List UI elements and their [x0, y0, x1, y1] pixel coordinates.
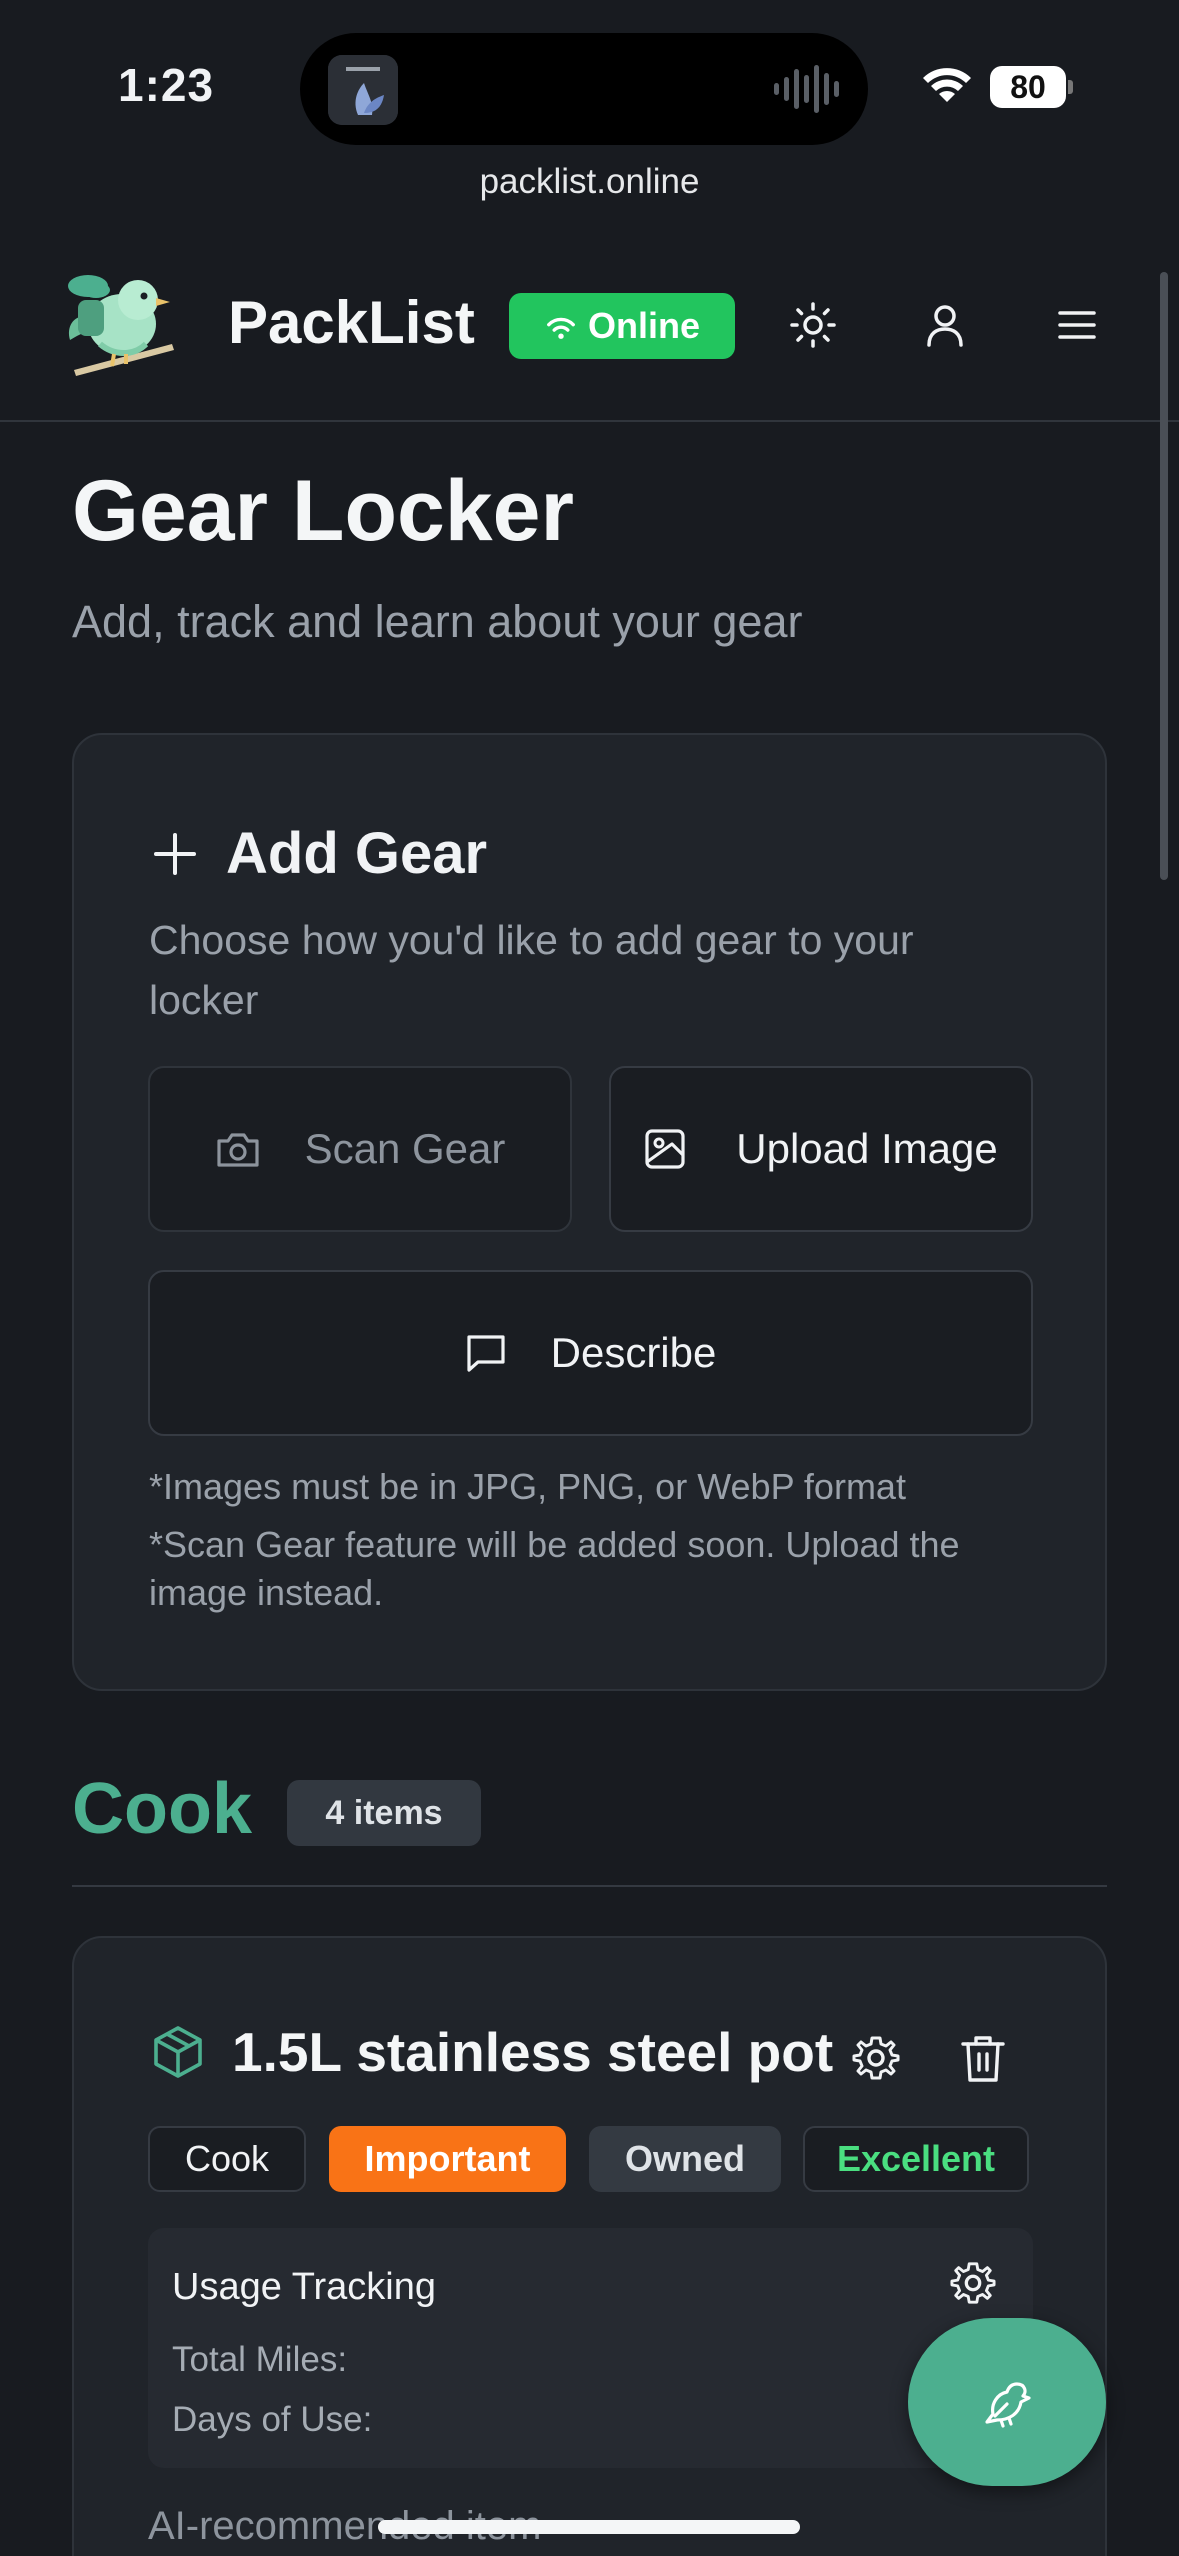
dynamic-island	[300, 33, 868, 145]
online-status-badge: Online	[509, 293, 735, 359]
page-title: Gear Locker	[72, 463, 574, 559]
tag-ownership: Owned	[589, 2126, 781, 2192]
online-status-label: Online	[587, 305, 700, 346]
chat-icon	[467, 1335, 505, 1372]
brand-name[interactable]: PackList	[228, 288, 475, 357]
tag-priority: Important	[329, 2126, 566, 2192]
total-miles-label: Total Miles:	[172, 2340, 348, 2379]
scan-note: *Scan Gear feature will be added soon. U…	[149, 1524, 960, 1613]
add-gear-heading: Add Gear	[152, 820, 487, 887]
menu-icon[interactable]	[1052, 300, 1102, 350]
days-of-use-label: Days of Use:	[172, 2400, 373, 2439]
gear-icon[interactable]	[852, 2034, 900, 2082]
category-title: Cook	[72, 1769, 252, 1849]
sun-icon[interactable]	[788, 300, 838, 350]
home-indicator[interactable]	[378, 2520, 800, 2534]
usage-tracking-panel: Usage Tracking Total Miles: Days of Use:…	[148, 2228, 1033, 2468]
page-scrollbar[interactable]	[1160, 272, 1168, 880]
tag-category: Cook	[148, 2126, 306, 2192]
tag-condition: Excellent	[803, 2126, 1029, 2192]
browser-url[interactable]: packlist.online	[0, 162, 1179, 202]
box-icon	[154, 2026, 202, 2078]
describe-button[interactable]: Describe	[148, 1270, 1033, 1436]
format-note: *Images must be in JPG, PNG, or WebP for…	[149, 1466, 906, 1507]
camera-icon	[217, 1133, 259, 1167]
add-gear-description: Choose how you'd like to add gear to you…	[149, 917, 914, 1023]
scan-gear-button[interactable]: Scan Gear	[148, 1066, 572, 1232]
upload-image-button[interactable]: Upload Image	[609, 1066, 1033, 1232]
status-bar: 1:23 80 packlist.online	[0, 0, 1179, 201]
category-count-badge: 4 items	[287, 1780, 481, 1846]
scan-gear-label: Scan Gear	[304, 1125, 506, 1172]
image-icon	[645, 1129, 685, 1169]
wifi-icon	[547, 317, 575, 339]
add-gear-title: Add Gear	[226, 821, 488, 886]
upload-image-label: Upload Image	[736, 1125, 998, 1172]
category-divider	[72, 1885, 1107, 1887]
page-subtitle: Add, track and learn about your gear	[72, 596, 803, 647]
packlist-logo[interactable]	[60, 260, 184, 384]
status-time: 1:23	[118, 59, 215, 111]
bird-icon	[985, 2382, 1031, 2428]
add-gear-card: Add Gear Choose how you'd like to add ge…	[72, 733, 1107, 1691]
usage-tracking-title: Usage Tracking	[172, 2266, 437, 2308]
battery-level: 80	[990, 66, 1066, 108]
trash-icon[interactable]	[960, 2034, 1006, 2084]
app-header: PackList Online	[0, 240, 1179, 422]
user-icon[interactable]	[920, 300, 970, 350]
audio-wave-icon	[774, 65, 839, 113]
wifi-icon	[923, 68, 971, 102]
describe-label: Describe	[550, 1329, 717, 1376]
gear-icon[interactable]	[950, 2260, 996, 2306]
item-name[interactable]: 1.5L stainless steel pot	[232, 2020, 833, 2084]
assistant-fab[interactable]	[908, 2318, 1106, 2486]
now-playing-artwork	[328, 55, 398, 125]
battery-cap	[1068, 80, 1073, 94]
plus-icon	[154, 832, 196, 875]
